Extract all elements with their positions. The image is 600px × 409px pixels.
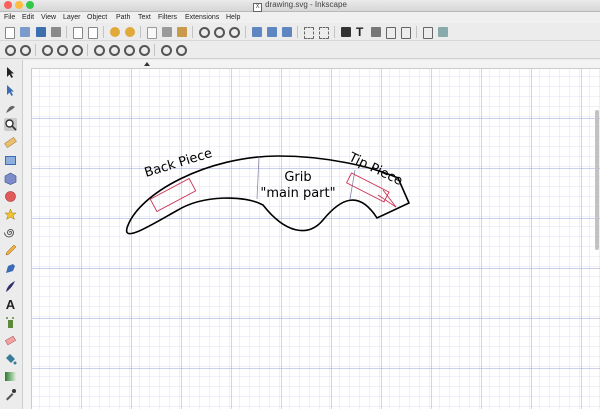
window-title-area: Xdrawing.svg - Inkscape [0,0,600,12]
text-font-icon[interactable]: T [356,26,366,38]
star-tool-icon[interactable] [4,208,17,221]
import-icon[interactable] [73,27,83,39]
zoom-fit-selection-icon[interactable] [94,45,105,56]
transform-icon[interactable] [401,27,411,39]
document-icon: X [253,3,263,12]
zoom-toolbar [0,42,600,59]
ungroup-icon[interactable] [319,27,329,39]
drawing-canvas[interactable]: Back Piece Tip Piece Grib "main part" [23,60,600,409]
zoom-fit-page-icon[interactable] [124,45,135,56]
measure-tool-icon[interactable] [4,136,17,149]
align-distribute-icon[interactable] [386,27,396,39]
grid [31,68,600,409]
menu-view[interactable]: View [41,12,56,23]
xml-editor-icon[interactable] [371,27,381,37]
fill-stroke-icon[interactable] [341,27,351,37]
menu-bar: File Edit View Layer Object Path Text Fi… [0,12,600,23]
ellipse-tool-icon[interactable] [4,190,17,203]
menu-object[interactable]: Object [87,12,107,23]
pen-tool-icon[interactable] [4,262,17,275]
clone-icon[interactable] [267,27,277,37]
pencil-tool-icon[interactable] [4,244,17,257]
spiral-tool-icon[interactable] [4,226,17,239]
ruler-marker [144,62,150,66]
export-icon[interactable] [88,27,98,39]
open-document-icon[interactable] [20,27,30,37]
new-document-icon[interactable] [5,27,15,39]
title-bar: Xdrawing.svg - Inkscape [0,0,600,12]
zoom-selection-icon[interactable] [199,27,210,38]
zoom-page-icon[interactable] [229,27,240,38]
undo-icon[interactable] [110,27,120,37]
paste-icon[interactable] [177,27,187,37]
print-icon[interactable] [51,27,61,37]
main-part-label[interactable]: "main part" [260,186,335,201]
menu-file[interactable]: File [4,12,15,23]
menu-edit[interactable]: Edit [22,12,34,23]
unlink-clone-icon[interactable] [282,27,292,37]
document-properties-icon[interactable] [438,27,448,37]
tweak-tool-icon[interactable] [4,102,17,115]
save-icon[interactable] [36,27,46,37]
dropper-tool-icon[interactable] [4,388,17,401]
vertical-scrollbar[interactable] [595,110,599,250]
zoom-drawing-icon[interactable] [214,27,225,38]
canvas-svg[interactable]: Back Piece Tip Piece Grib "main part" [23,60,600,409]
vertical-ruler[interactable] [23,68,32,409]
zoom-fit-drawing-icon[interactable] [109,45,120,56]
menu-text[interactable]: Text [138,12,151,23]
node-tool-icon[interactable] [4,84,17,97]
eraser-tool-icon[interactable] [4,334,17,347]
paint-bucket-tool-icon[interactable] [4,352,17,365]
commands-toolbar: T [0,24,600,41]
zoom-tool-icon[interactable] [4,118,17,131]
menu-path[interactable]: Path [116,12,130,23]
rectangle-tool-icon[interactable] [4,154,17,167]
calligraphy-tool-icon[interactable] [4,280,17,293]
preferences-icon[interactable] [423,27,433,39]
copy-icon[interactable] [147,27,157,39]
zoom-previous-icon[interactable] [161,45,172,56]
horizontal-ruler[interactable] [23,60,600,69]
menu-layer[interactable]: Layer [63,12,81,23]
window-title: drawing.svg - Inkscape [265,0,347,9]
menu-extensions[interactable]: Extensions [185,12,219,23]
zoom-out-icon[interactable] [20,45,31,56]
menu-help[interactable]: Help [226,12,240,23]
zoom-in-icon[interactable] [5,45,16,56]
group-icon[interactable] [304,27,314,39]
gradient-tool-icon[interactable] [4,370,17,383]
zoom-2-1-icon[interactable] [72,45,83,56]
text-tool-icon[interactable]: A [4,298,17,311]
redo-icon[interactable] [125,27,135,37]
spray-tool-icon[interactable] [4,316,17,329]
3d-box-tool-icon[interactable] [4,172,17,185]
toolbox: A [0,60,23,409]
grib-label[interactable]: Grib [284,170,311,185]
zoom-next-icon[interactable] [176,45,187,56]
cut-icon[interactable] [162,27,172,37]
zoom-fit-width-icon[interactable] [139,45,150,56]
menu-filters[interactable]: Filters [158,12,177,23]
duplicate-icon[interactable] [252,27,262,37]
selector-tool-icon[interactable] [4,66,17,79]
zoom-1-2-icon[interactable] [57,45,68,56]
zoom-1-1-icon[interactable] [42,45,53,56]
